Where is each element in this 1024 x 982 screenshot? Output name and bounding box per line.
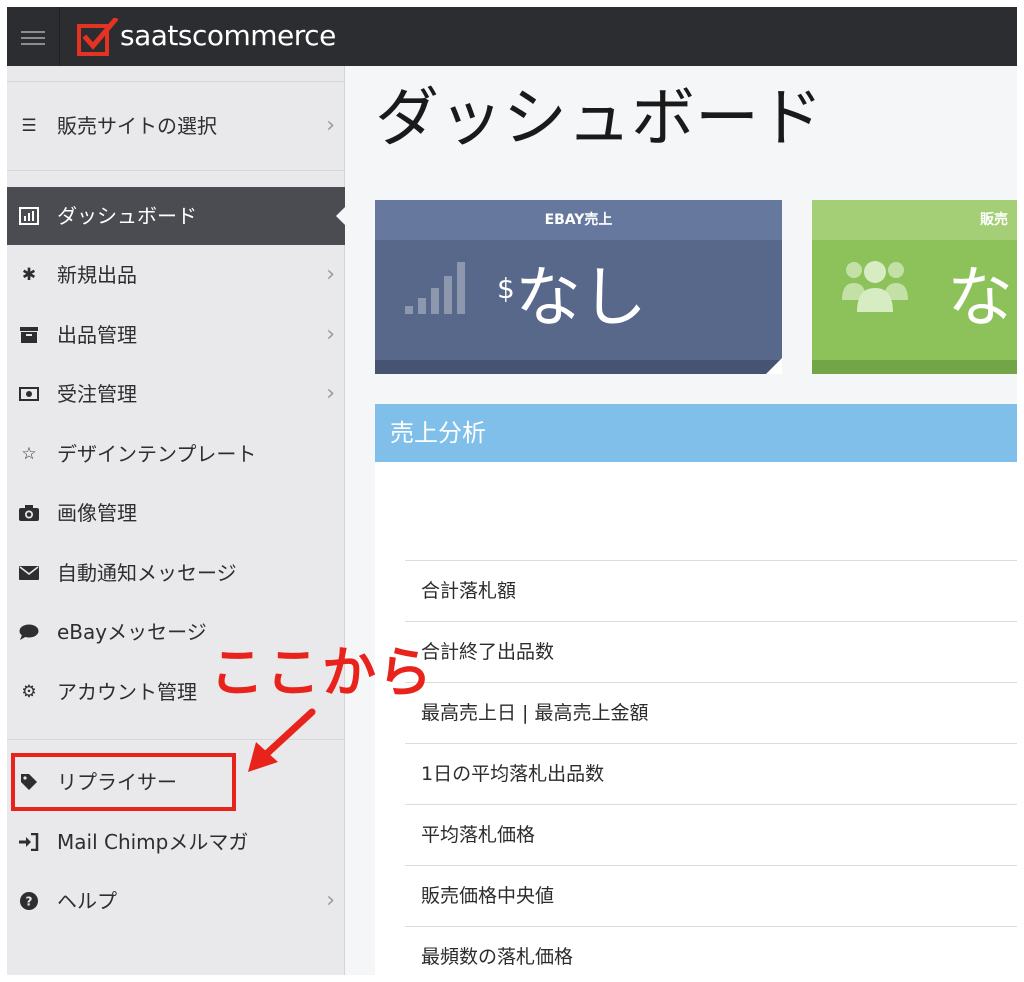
menu-toggle-button[interactable] [7,7,60,66]
star-half-icon: ☆ [21,444,37,464]
sidebar-item-label: 出品管理 [57,323,137,347]
divider [7,81,345,82]
sidebar-item-label: デザインテンプレート [57,442,257,466]
chevron-right-icon: › [326,113,335,138]
card-footer [375,360,782,374]
bar-chart-icon [19,206,39,226]
sidebar-item-label: Mail Chimpメルマガ [57,830,249,854]
sidebar-item-label: eBayメッセージ [57,620,207,644]
sidebar-item-mailchimp[interactable]: Mail Chimpメルマガ [7,813,345,871]
users-icon [842,261,908,312]
card-footer [812,360,1017,374]
row-label: 合計落札額 [421,580,517,602]
hamburger-icon [21,31,45,33]
list-icon: ☰ [21,116,37,136]
table-row: 販売価格中央値 [405,865,1017,927]
row-label: 販売価格中央値 [421,885,555,907]
brand-name[interactable]: saatscommerce [120,19,336,53]
chevron-right-icon: › [326,888,335,913]
annotation-text: ここから [210,641,434,704]
sidebar-item-new-listing[interactable]: ✱ 新規出品 › [7,246,345,304]
sidebar-item-order-management[interactable]: 受注管理 › [7,365,345,423]
sales-analysis-header: 売上分析 [375,404,1017,462]
archive-box-icon [19,325,39,345]
sidebar-item-site-select[interactable]: ☰ 販売サイトの選択 › [7,97,345,155]
annotation-highlight-box [11,753,236,811]
table-row: 平均落札価格 [405,804,1017,866]
sidebar-item-label: ダッシュボード [57,204,197,228]
sidebar-item-auto-notify[interactable]: 自動通知メッセージ [7,544,345,602]
currency-symbol: $ [497,272,515,305]
card-header: EBAY売上 [375,200,782,240]
gears-icon: ⚙ [21,682,37,702]
card-value: なし [515,259,647,336]
sidebar-item-listing-management[interactable]: 出品管理 › [7,306,345,364]
asterisk-icon: ✱ [21,265,37,285]
card-value: な [947,259,1013,336]
row-label: 合計終了出品数 [421,641,555,663]
sidebar-item-label: 画像管理 [57,501,137,525]
row-label: 平均落札価格 [421,824,536,846]
chevron-right-icon: › [326,322,335,347]
sidebar-item-label: 新規出品 [57,263,137,287]
question-circle-icon: ? [19,891,39,911]
card-fold [766,358,782,374]
divider [7,170,345,171]
table-row: 合計落札額 [405,560,1017,622]
sidebar-item-label: 自動通知メッセージ [57,561,237,585]
table-row: 1日の平均落札出品数 [405,743,1017,805]
table-row: 最頻数の落札価格 [405,926,1017,975]
sidebar-item-dashboard[interactable]: ダッシュボード [7,187,346,245]
sidebar-item-image-management[interactable]: 画像管理 [7,484,345,542]
checkmark-logo-icon [77,18,119,56]
speech-bubble-icon [19,622,39,642]
sales-card[interactable]: 販売 な [812,200,1017,374]
sidebar-item-help[interactable]: ? ヘルプ › [7,872,345,930]
sidebar-item-label: ヘルプ [57,889,117,913]
sign-in-icon [19,832,39,852]
signal-bars-icon [405,258,469,314]
svg-text:?: ? [26,895,33,909]
page-title: ダッシュボード [375,82,823,156]
envelope-icon [19,563,39,583]
active-indicator [336,206,346,226]
row-label: 最頻数の落札価格 [421,946,574,968]
ebay-sales-card[interactable]: EBAY売上 $ なし [375,200,782,374]
camera-icon [19,503,39,523]
sidebar-item-label: 受注管理 [57,382,137,406]
card-header: 販売 [812,200,1017,240]
chevron-right-icon: › [326,381,335,406]
chevron-right-icon: › [326,262,335,287]
row-label: 1日の平均落札出品数 [421,763,605,785]
sidebar-item-label: 販売サイトの選択 [57,114,217,138]
table-row: 合計終了出品数 [405,621,1017,683]
sidebar: ☰ 販売サイトの選択 › ダッシュボード ✱ 新規出品 › 出品管理 › 受注管… [7,66,346,975]
money-icon [19,384,39,404]
top-bar: saatscommerce [7,7,1017,66]
row-label: 最高売上日 | 最高売上金額 [421,702,649,724]
annotation-arrow-icon [248,708,316,772]
sidebar-item-design-template[interactable]: ☆ デザインテンプレート [7,425,345,483]
sidebar-item-label: アカウント管理 [57,680,197,704]
app-window: saatscommerce ☰ 販売サイトの選択 › ダッシュボード ✱ 新規出… [7,7,1017,975]
sales-analysis-panel: 合計落札額 合計終了出品数 最高売上日 | 最高売上金額 1日の平均落札出品数 … [375,462,1017,975]
table-row: 最高売上日 | 最高売上金額 [405,682,1017,744]
